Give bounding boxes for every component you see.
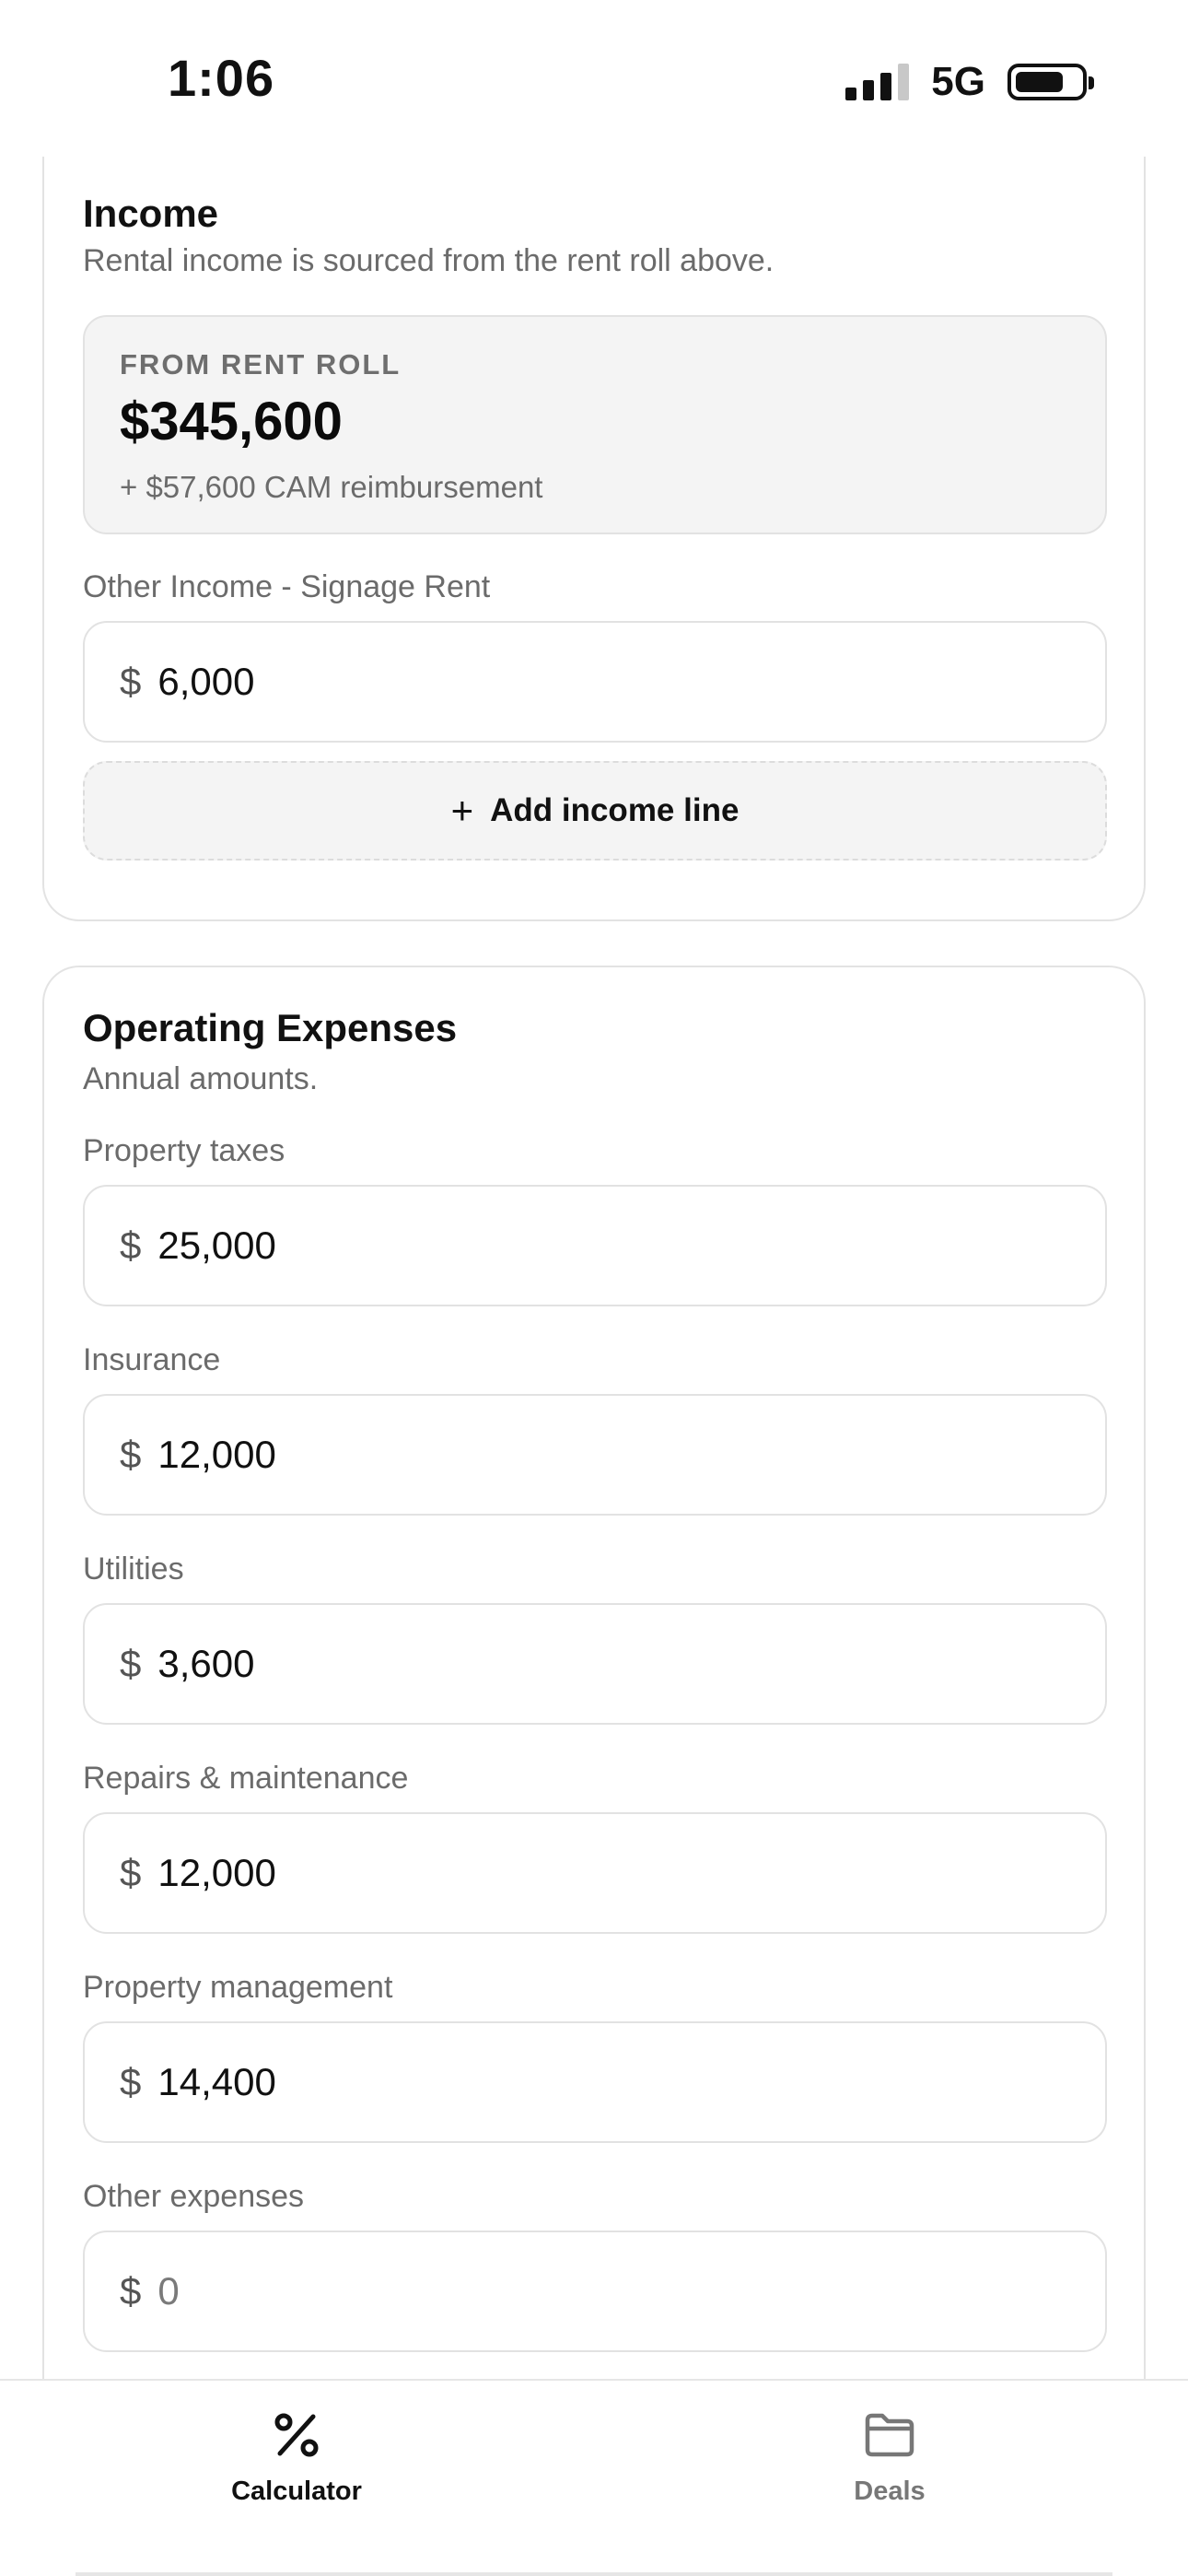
currency-symbol: $ — [120, 1224, 142, 1267]
tab-deals-label: Deals — [854, 2476, 926, 2506]
folder-icon — [857, 2403, 922, 2467]
repairs-maintenance-label: Repairs & maintenance — [83, 1761, 409, 1796]
signal-icon — [845, 64, 910, 100]
operating-expenses-title: Operating Expenses — [83, 1006, 458, 1049]
status-indicators: 5G — [845, 59, 1094, 105]
cam-reimbursement-note: + $57,600 CAM reimbursement — [120, 470, 543, 504]
status-bar: 1:06 5G — [0, 0, 1188, 157]
tab-calculator[interactable]: Calculator — [158, 2403, 435, 2507]
income-card: Income Rental income is sourced from the… — [42, 129, 1146, 921]
add-income-line-label: Add income line — [490, 792, 740, 828]
property-taxes-value: 25,000 — [157, 1224, 276, 1267]
repairs-maintenance-input[interactable]: $ 12,000 — [83, 1812, 1107, 1934]
battery-icon — [1007, 64, 1094, 100]
insurance-label: Insurance — [83, 1342, 221, 1377]
property-management-input[interactable]: $ 14,400 — [83, 2021, 1107, 2143]
currency-symbol: $ — [120, 2060, 142, 2103]
repairs-maintenance-value: 12,000 — [157, 1851, 276, 1894]
other-expenses-label: Other expenses — [83, 2179, 305, 2214]
other-income-label: Other Income - Signage Rent — [83, 569, 491, 604]
other-income-value: 6,000 — [157, 660, 255, 703]
utilities-label: Utilities — [83, 1551, 184, 1587]
other-expenses-value: 0 — [157, 2269, 180, 2313]
currency-symbol: $ — [120, 2269, 142, 2313]
utilities-value: 3,600 — [157, 1642, 255, 1685]
utilities-input[interactable]: $ 3,600 — [83, 1603, 1107, 1725]
status-time: 1:06 — [168, 49, 275, 107]
other-expenses-input[interactable]: $ 0 — [83, 2231, 1107, 2352]
income-title: Income — [83, 192, 219, 235]
property-management-label: Property management — [83, 1970, 393, 2005]
currency-symbol: $ — [120, 660, 142, 703]
currency-symbol: $ — [120, 1851, 142, 1894]
insurance-input[interactable]: $ 12,000 — [83, 1394, 1107, 1516]
rent-roll-value: $345,600 — [120, 392, 343, 451]
income-subtitle: Rental income is sourced from the rent r… — [83, 243, 775, 278]
property-taxes-label: Property taxes — [83, 1133, 285, 1168]
battery-fill — [1016, 72, 1063, 92]
tab-deals[interactable]: Deals — [751, 2403, 1028, 2507]
rent-roll-summary: FROM RENT ROLL $345,600 + $57,600 CAM re… — [83, 315, 1107, 534]
home-indicator — [76, 2572, 1112, 2576]
tab-calculator-label: Calculator — [231, 2476, 362, 2506]
add-income-line-button[interactable]: + Add income line — [83, 761, 1107, 861]
rent-roll-label: FROM RENT ROLL — [120, 348, 402, 381]
operating-expenses-subtitle: Annual amounts. — [83, 1061, 319, 1096]
operating-expenses-card: Operating Expenses Annual amounts. Prope… — [42, 966, 1146, 2440]
percent-icon — [264, 2403, 329, 2467]
insurance-value: 12,000 — [157, 1433, 276, 1476]
other-income-input[interactable]: $ 6,000 — [83, 621, 1107, 743]
network-type: 5G — [931, 59, 985, 104]
plus-icon: + — [450, 789, 474, 832]
currency-symbol: $ — [120, 1642, 142, 1685]
app-screen: 1:06 5G Income Rental income is sourced … — [0, 0, 1188, 2576]
property-taxes-input[interactable]: $ 25,000 — [83, 1185, 1107, 1306]
currency-symbol: $ — [120, 1433, 142, 1476]
property-management-value: 14,400 — [157, 2060, 276, 2103]
bottom-tab-bar: Calculator Deals — [0, 2379, 1188, 2576]
